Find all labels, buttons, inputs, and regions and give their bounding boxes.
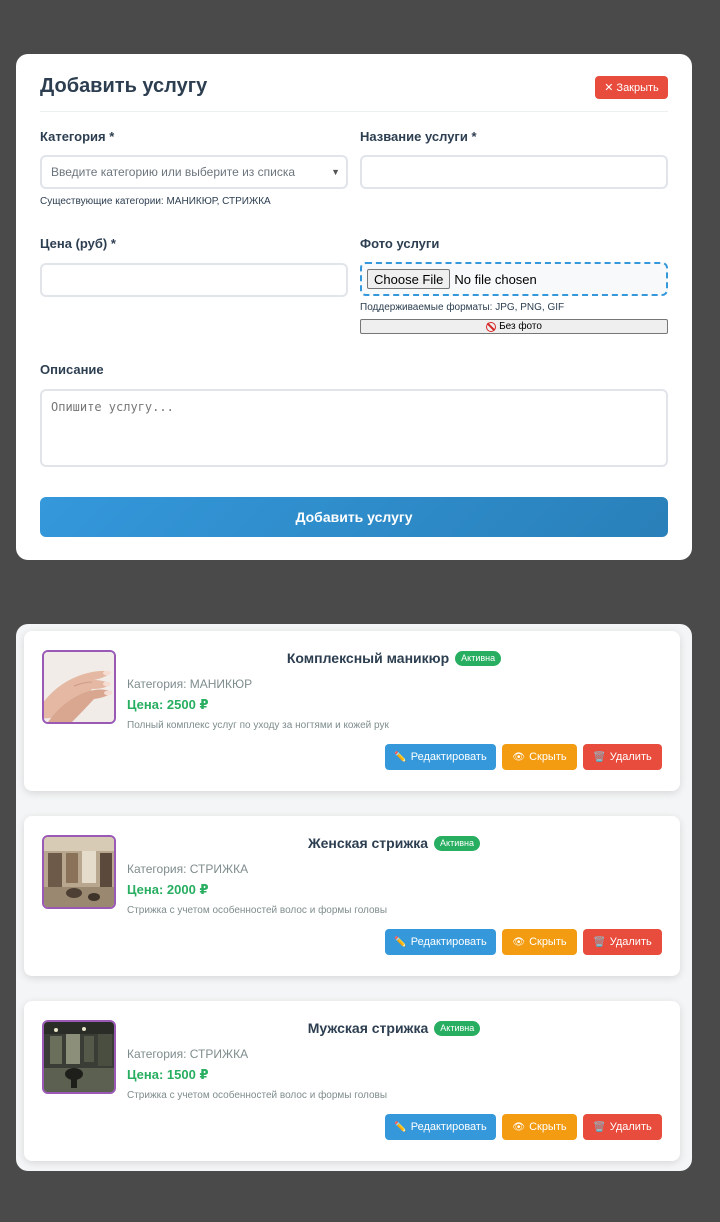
choose-file-button[interactable]: Choose File	[367, 269, 451, 289]
close-icon: ✕	[604, 82, 614, 94]
service-title-row: Комплексный маникюр Активна	[124, 648, 664, 668]
hide-button[interactable]: 👁 Скрыть	[502, 744, 577, 770]
edit-button[interactable]: ✏️ Редактировать	[385, 929, 496, 955]
no-file-text: No file chosen	[454, 271, 537, 287]
service-image-salon	[42, 835, 116, 909]
service-title-row: Мужская стрижка Активна	[124, 1018, 664, 1038]
service-name-label: Название услуги *	[360, 129, 477, 144]
eye-icon: 👁	[512, 1121, 526, 1133]
hide-label: Скрыть	[529, 1121, 567, 1133]
category-placeholder: Введите категорию или выберите из списка	[51, 165, 296, 179]
service-name: Комплексный маникюр	[286, 650, 450, 666]
service-name-input[interactable]	[360, 155, 668, 189]
add-service-button[interactable]: Добавить услугу	[40, 497, 668, 537]
pencil-icon: ✏️	[394, 1121, 407, 1133]
category-combobox[interactable]: Введите категорию или выберите из списка…	[40, 155, 348, 189]
eye-icon: 👁	[512, 936, 526, 948]
service-category: Категория: МАНИКЮР	[127, 677, 253, 691]
edit-label: Редактировать	[410, 936, 487, 948]
existing-categories-hint: Существующие категории: МАНИКЮР, СТРИЖКА	[40, 196, 271, 207]
pencil-icon: ✏️	[394, 936, 407, 948]
delete-label: Удалить	[609, 1121, 652, 1133]
no-photo-label: Без фото	[499, 321, 542, 332]
chevron-down-icon: ▼	[331, 167, 340, 177]
close-button[interactable]: ✕ Закрыть	[595, 76, 668, 99]
hide-label: Скрыть	[529, 751, 567, 763]
pencil-icon: ✏️	[394, 751, 407, 763]
edit-label: Редактировать	[410, 751, 487, 763]
form-header: Добавить услугу ✕ Закрыть	[40, 74, 668, 112]
service-name: Мужская стрижка	[307, 1020, 429, 1036]
category-label: Категория *	[40, 129, 115, 144]
hide-button[interactable]: 👁 Скрыть	[502, 929, 577, 955]
services-list: Комплексный маникюр Активна Категория: М…	[16, 624, 692, 1171]
edit-label: Редактировать	[410, 1121, 487, 1133]
delete-button[interactable]: 🗑️ Удалить	[583, 929, 662, 955]
service-description: Стрижка с учетом особенностей волос и фо…	[127, 1090, 388, 1101]
status-badge: Активна	[434, 1020, 481, 1036]
eye-icon: 👁	[512, 751, 526, 763]
service-description: Стрижка с учетом особенностей волос и фо…	[127, 905, 388, 916]
price-input[interactable]	[40, 263, 348, 297]
service-card: Комплексный маникюр Активна Категория: М…	[24, 631, 680, 791]
service-title-row: Женская стрижка Активна	[124, 833, 664, 853]
trash-icon: 🗑️	[593, 936, 606, 948]
hide-label: Скрыть	[529, 936, 567, 948]
form-title: Добавить услугу	[40, 75, 208, 97]
service-actions: ✏️ Редактировать 👁 Скрыть 🗑️ Удалить	[385, 744, 662, 770]
service-actions: ✏️ Редактировать 👁 Скрыть 🗑️ Удалить	[385, 929, 662, 955]
edit-button[interactable]: ✏️ Редактировать	[385, 1114, 496, 1140]
delete-label: Удалить	[609, 751, 652, 763]
description-textarea[interactable]: Опишите услугу...	[40, 389, 668, 467]
trash-icon: 🗑️	[593, 751, 606, 763]
description-label: Описание	[40, 362, 104, 377]
service-actions: ✏️ Редактировать 👁 Скрыть 🗑️ Удалить	[385, 1114, 662, 1140]
delete-button[interactable]: 🗑️ Удалить	[583, 744, 662, 770]
edit-button[interactable]: ✏️ Редактировать	[385, 744, 496, 770]
close-button-label: Закрыть	[616, 81, 659, 94]
delete-button[interactable]: 🗑️ Удалить	[583, 1114, 662, 1140]
trash-icon: 🗑️	[593, 1121, 606, 1133]
add-service-form: Добавить услугу ✕ Закрыть Категория * Вв…	[16, 54, 692, 560]
photo-label: Фото услуги	[360, 236, 440, 251]
service-price: Цена: 1500 ₽	[127, 1067, 209, 1082]
service-category: Категория: СТРИЖКА	[127, 1047, 249, 1061]
service-category: Категория: СТРИЖКА	[127, 862, 249, 876]
no-photo-button[interactable]: Без фото	[360, 319, 668, 334]
delete-label: Удалить	[609, 936, 652, 948]
service-name: Женская стрижка	[307, 835, 429, 851]
service-card: Женская стрижка Активна Категория: СТРИЖ…	[24, 816, 680, 976]
hide-button[interactable]: 👁 Скрыть	[502, 1114, 577, 1140]
service-card: Мужская стрижка Активна Категория: СТРИЖ…	[24, 1001, 680, 1161]
status-badge: Активна	[434, 835, 480, 851]
status-badge: Активна	[455, 650, 502, 666]
service-image-barbershop	[42, 1020, 116, 1094]
formats-hint: Поддерживаемые форматы: JPG, PNG, GIF	[360, 302, 565, 313]
service-image-manicure	[42, 650, 116, 724]
service-price: Цена: 2000 ₽	[127, 882, 209, 897]
price-label: Цена (руб) *	[40, 236, 116, 251]
service-price: Цена: 2500 ₽	[127, 697, 209, 712]
window-top	[0, 0, 720, 40]
photo-file-input[interactable]: Choose File No file chosen	[360, 262, 668, 296]
service-description: Полный комплекс услуг по уходу за ногтям…	[127, 720, 389, 731]
prohibited-icon	[486, 321, 497, 332]
